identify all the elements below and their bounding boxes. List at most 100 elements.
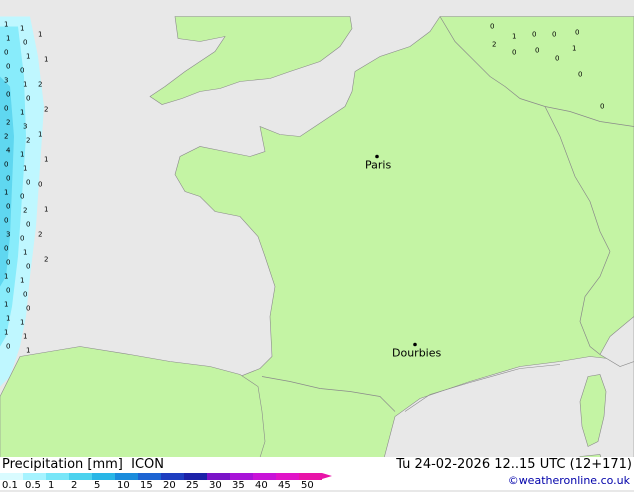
precip-value: 0 (552, 31, 556, 39)
legend-swatch (0, 473, 23, 480)
legend-label: 1 (48, 480, 55, 491)
precip-value: 0 (6, 175, 10, 183)
precip-value: 0 (23, 39, 27, 47)
precip-value: 2 (4, 133, 8, 141)
precip-value: 0 (600, 103, 604, 111)
legend-swatch (184, 473, 207, 480)
legend-swatch (253, 473, 276, 480)
precip-value: 1 (6, 315, 10, 323)
legend-label: 0.1 (2, 480, 18, 491)
legend-swatch (276, 473, 299, 480)
precip-value: 1 (44, 56, 48, 64)
precip-value: 1 (23, 249, 27, 257)
precip-value: 0 (20, 67, 24, 75)
legend-label: 50 (301, 480, 314, 491)
precip-value: 0 (6, 63, 10, 71)
legend-label: 2 (71, 480, 78, 491)
precip-value: 1 (4, 301, 8, 309)
precip-value: 0 (26, 95, 30, 103)
precip-value: 0 (38, 181, 42, 189)
map-title: Precipitation [mm] ICON (2, 457, 164, 472)
precip-value: 1 (23, 165, 27, 173)
legend-label: 0.5 (25, 480, 41, 491)
precip-value: 1 (44, 206, 48, 214)
precip-value: 0 (6, 343, 10, 351)
precip-value: 2 (23, 207, 27, 215)
legend-swatch (115, 473, 138, 480)
precip-value: 0 (4, 49, 8, 57)
precipitation-map: 1 11 00 10 03 10 00 12 32 24 10 10 01 00 20 03 00 10 01 10 0… (0, 16, 634, 474)
precip-value: 0 (6, 203, 10, 211)
precip-value: 1 (38, 31, 42, 39)
precip-value: 1 (4, 273, 8, 281)
precip-value: 1 (6, 35, 10, 43)
precip-value: 0 (555, 55, 559, 63)
precip-value: 1 (4, 329, 8, 337)
precip-value: 0 (26, 263, 30, 271)
precip-value: 1 (20, 109, 24, 117)
precip-value: 3 (4, 77, 8, 85)
legend-label: 40 (255, 480, 268, 491)
legend-label: 10 (117, 480, 130, 491)
precip-value: 0 (4, 161, 8, 169)
legend-label: 5 (94, 480, 101, 491)
precip-value: 0 (578, 71, 582, 79)
legend-label: 15 (140, 480, 153, 491)
city-label-paris: Paris (365, 159, 391, 172)
precip-value: 2 (492, 41, 496, 49)
precip-value: 1 (23, 333, 27, 341)
precip-value: 0 (490, 23, 494, 31)
city-label-dourbies: Dourbies (392, 347, 442, 360)
precip-value: 0 (4, 245, 8, 253)
legend-labels: 0.1 0.5 1 2 5 10 15 20 25 30 35 40 45 50 (0, 480, 340, 492)
legend-label: 35 (232, 480, 245, 491)
legend-label: 25 (186, 480, 199, 491)
legend-swatch (92, 473, 115, 480)
precip-value: 3 (23, 123, 27, 131)
precip-value: 3 (6, 231, 10, 239)
legend-swatch (69, 473, 92, 480)
precip-value: 0 (26, 221, 30, 229)
precip-value: 0 (512, 49, 516, 57)
precip-value: 2 (38, 231, 42, 239)
precip-value: 1 (4, 189, 8, 197)
precip-value: 1 (4, 21, 8, 29)
precip-value: 0 (26, 179, 30, 187)
legend-swatch (207, 473, 230, 480)
legend-swatch (230, 473, 253, 480)
legend-label: 45 (278, 480, 291, 491)
precip-value: 2 (38, 81, 42, 89)
precip-value: 1 (512, 33, 516, 41)
precip-value: 1 (20, 25, 24, 33)
map-datetime: Tu 24-02-2026 12..15 UTC (12+171) (396, 457, 632, 472)
precip-value: 1 (20, 319, 24, 327)
precip-value: 0 (23, 291, 27, 299)
precip-value: 0 (4, 105, 8, 113)
credit-link[interactable]: ©weatheronline.co.uk (508, 474, 630, 487)
precip-value: 1 (26, 347, 30, 355)
precip-value: 0 (6, 91, 10, 99)
precip-value: 4 (6, 147, 11, 155)
precip-value: 1 (38, 131, 42, 139)
precip-value: 0 (26, 305, 30, 313)
legend-swatch (46, 473, 69, 480)
precip-value: 1 (26, 53, 30, 61)
legend-swatch (299, 473, 322, 480)
precip-value: 0 (4, 217, 8, 225)
legend-arrow (322, 473, 332, 479)
legend-label: 30 (209, 480, 222, 491)
precip-value: 0 (20, 235, 24, 243)
precip-value: 2 (6, 119, 10, 127)
precip-value: 0 (6, 259, 10, 267)
precip-value: 1 (44, 156, 48, 164)
precip-value: 1 (20, 151, 24, 159)
precip-value: 0 (532, 31, 536, 39)
precip-value: 2 (44, 256, 48, 264)
legend-swatch (23, 473, 46, 480)
precip-value: 0 (20, 193, 24, 201)
precip-value: 1 (23, 81, 27, 89)
legend-swatch (138, 473, 161, 480)
precip-value: 0 (575, 29, 579, 37)
precip-value: 2 (26, 137, 30, 145)
precip-value: 0 (6, 287, 10, 295)
